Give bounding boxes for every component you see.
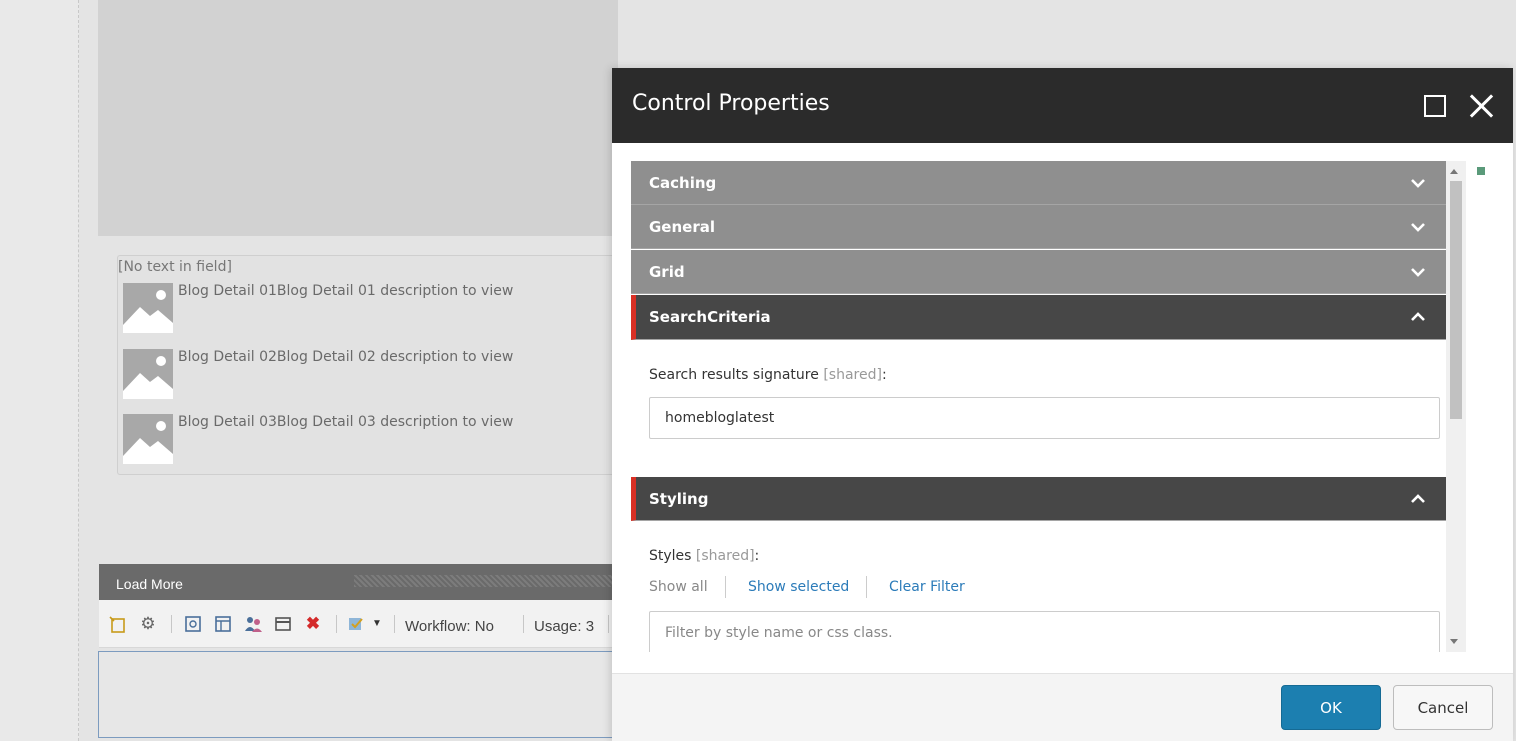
- scroll-thumb[interactable]: [1450, 181, 1462, 419]
- field-label-text: Search results signature: [649, 367, 819, 383]
- rendering-toolbar: ⚙ ✖ ▼ Workflow: No Usage: 3: [99, 600, 612, 648]
- drag-handle[interactable]: [354, 575, 612, 587]
- styles-label: Styles [shared]:: [649, 548, 759, 564]
- toolbar-separator: [523, 615, 524, 633]
- blog-item-text: Blog Detail 02Blog Detail 02 description…: [178, 349, 514, 365]
- control-properties-dialog: Control Properties Caching General Grid …: [612, 68, 1513, 741]
- section-styling[interactable]: Styling: [631, 477, 1446, 521]
- toolbar-separator: [171, 615, 172, 633]
- label-colon: :: [754, 548, 760, 564]
- workflow-status: Workflow: No: [405, 618, 494, 635]
- blog-item-text: Blog Detail 03Blog Detail 03 description…: [178, 414, 514, 430]
- image-placeholder-icon: [123, 283, 173, 333]
- toolbar-separator: [336, 615, 337, 633]
- chevron-down-icon: [1411, 179, 1425, 188]
- label-colon: :: [881, 367, 887, 383]
- chevron-up-icon: [1411, 494, 1425, 503]
- section-label: SearchCriteria: [649, 308, 771, 326]
- show-all-link[interactable]: Show all: [649, 579, 708, 595]
- dialog-title: Control Properties: [632, 91, 830, 116]
- shared-tag: [shared]: [695, 548, 755, 564]
- link-separator: [866, 576, 867, 598]
- placeholder-box[interactable]: [98, 651, 618, 738]
- list-item[interactable]: Blog Detail 02Blog Detail 02 description…: [123, 349, 613, 401]
- chevron-down-icon: [1411, 268, 1425, 277]
- blog-list: [No text in field] Blog Detail 01Blog De…: [117, 255, 617, 475]
- section-grid[interactable]: Grid: [631, 250, 1446, 294]
- link-separator: [725, 576, 726, 598]
- layout-icon[interactable]: [213, 614, 233, 634]
- scroll-down-arrow[interactable]: [1450, 639, 1458, 644]
- empty-field-text[interactable]: [No text in field]: [118, 259, 232, 275]
- list-item[interactable]: Blog Detail 03Blog Detail 03 description…: [123, 414, 613, 466]
- section-searchcriteria[interactable]: SearchCriteria: [631, 295, 1446, 340]
- dialog-scrollbar[interactable]: [1446, 161, 1466, 652]
- section-label: General: [649, 218, 715, 236]
- chevron-down-icon: [1411, 223, 1425, 232]
- status-marker: [1477, 167, 1485, 175]
- chevron-up-icon: [1411, 312, 1425, 321]
- section-caching[interactable]: Caching: [631, 161, 1446, 205]
- search-signature-input[interactable]: [649, 397, 1440, 439]
- personalize-icon[interactable]: [243, 614, 263, 634]
- section-label: Grid: [649, 263, 685, 281]
- clear-filter-link[interactable]: Clear Filter: [889, 579, 965, 595]
- rendering-title: Load More: [116, 576, 183, 592]
- field-label-text: Styles: [649, 548, 692, 564]
- show-selected-link[interactable]: Show selected: [748, 579, 849, 595]
- maximize-icon[interactable]: [1424, 95, 1446, 117]
- toolbar-separator: [608, 615, 609, 633]
- delete-icon[interactable]: ✖: [303, 614, 323, 634]
- hero-placeholder: [98, 0, 618, 236]
- toolbar-separator: [394, 615, 395, 633]
- dialog-footer: OK Cancel: [612, 673, 1513, 741]
- style-filter-input[interactable]: [649, 611, 1440, 652]
- left-gutter: [0, 0, 79, 741]
- rendering-title-bar[interactable]: Load More: [99, 564, 612, 600]
- cancel-button[interactable]: Cancel: [1393, 685, 1493, 730]
- section-label: Styling: [649, 490, 709, 508]
- blog-item-text: Blog Detail 01Blog Detail 01 description…: [178, 283, 514, 299]
- new-item-icon[interactable]: [108, 614, 128, 634]
- scroll-up-arrow[interactable]: [1450, 169, 1458, 174]
- section-label: Caching: [649, 174, 717, 192]
- image-placeholder-icon: [123, 349, 173, 399]
- section-general[interactable]: General: [631, 205, 1446, 249]
- image-placeholder-icon: [123, 414, 173, 464]
- chevron-down-icon[interactable]: ▼: [367, 614, 387, 634]
- ok-button[interactable]: OK: [1281, 685, 1381, 730]
- shared-tag: [shared]: [823, 367, 882, 383]
- dialog-header: Control Properties: [612, 68, 1513, 143]
- test-icon[interactable]: [347, 614, 367, 634]
- gear-icon[interactable]: ⚙: [138, 614, 158, 634]
- search-signature-label: Search results signature [shared]:: [649, 367, 887, 383]
- list-item[interactable]: Blog Detail 01Blog Detail 01 description…: [123, 283, 613, 335]
- window-icon[interactable]: [273, 614, 293, 634]
- usage-count[interactable]: Usage: 3: [534, 618, 594, 635]
- refresh-icon[interactable]: [183, 614, 203, 634]
- close-icon[interactable]: [1469, 93, 1495, 119]
- dialog-body: Caching General Grid SearchCriteria Sear…: [631, 161, 1467, 652]
